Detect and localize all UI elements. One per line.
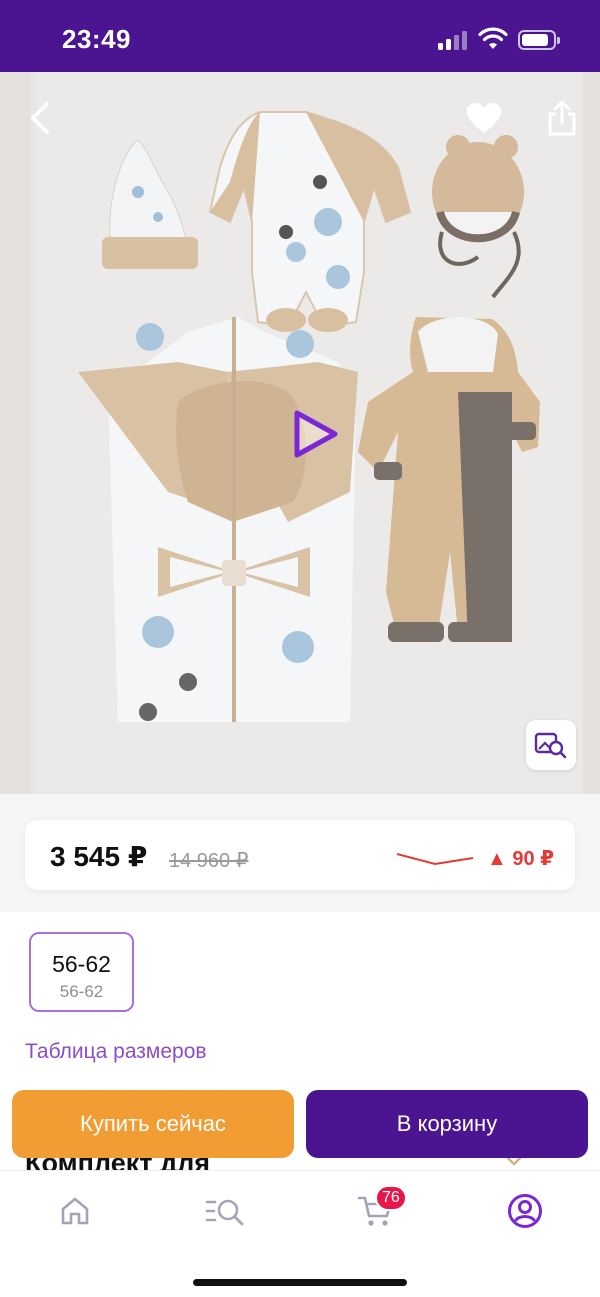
price-card[interactable]: 3 545 ₽ 14 960 ₽ ▲ 90 ₽ (25, 820, 575, 890)
chevron-left-icon (31, 102, 49, 134)
cart-count-badge: 76 (375, 1185, 407, 1211)
size-sub-label: 56-62 (59, 982, 104, 1001)
product-photo-gallery[interactable] (0, 72, 600, 794)
bottom-navigation: 76 (0, 1170, 600, 1297)
home-icon (61, 1197, 89, 1225)
price-change: ▲ 90 ₽ (487, 848, 555, 870)
home-indicator (193, 1279, 407, 1286)
size-label: 56-62 (52, 951, 111, 977)
nav-profile[interactable] (495, 1189, 555, 1233)
back-button[interactable] (16, 94, 64, 142)
search-by-photo-button[interactable] (526, 720, 576, 770)
wifi-icon (478, 27, 508, 49)
price-section: 3 545 ₽ 14 960 ₽ ▲ 90 ₽ (0, 794, 600, 912)
buy-now-button[interactable]: Купить сейчас (12, 1090, 294, 1158)
heart-icon (467, 103, 501, 133)
old-price: 14 960 ₽ (169, 850, 249, 872)
favorite-button[interactable] (460, 94, 508, 142)
price-history-sparkline (396, 853, 474, 866)
share-button[interactable] (538, 94, 586, 142)
play-icon (294, 410, 338, 458)
status-bar: 23:49 (0, 0, 600, 72)
catalog-search-icon (205, 1199, 244, 1226)
profile-icon (508, 1194, 542, 1228)
play-video-button[interactable] (286, 406, 342, 462)
size-table-link[interactable]: Таблица размеров (25, 1040, 207, 1064)
nav-catalog[interactable] (195, 1189, 255, 1233)
current-price: 3 545 ₽ (50, 841, 148, 872)
size-option[interactable]: 56-62 56-62 (29, 932, 134, 1012)
next-photo-peek[interactable] (583, 72, 600, 794)
image-search-icon (534, 732, 567, 759)
nav-home[interactable] (45, 1189, 105, 1233)
status-time: 23:49 (62, 24, 131, 54)
cellular-signal-icon (438, 30, 468, 50)
add-to-cart-button[interactable]: В корзину (306, 1090, 588, 1158)
share-icon (548, 100, 576, 136)
previous-photo-peek[interactable] (0, 72, 30, 794)
battery-icon (518, 30, 560, 50)
